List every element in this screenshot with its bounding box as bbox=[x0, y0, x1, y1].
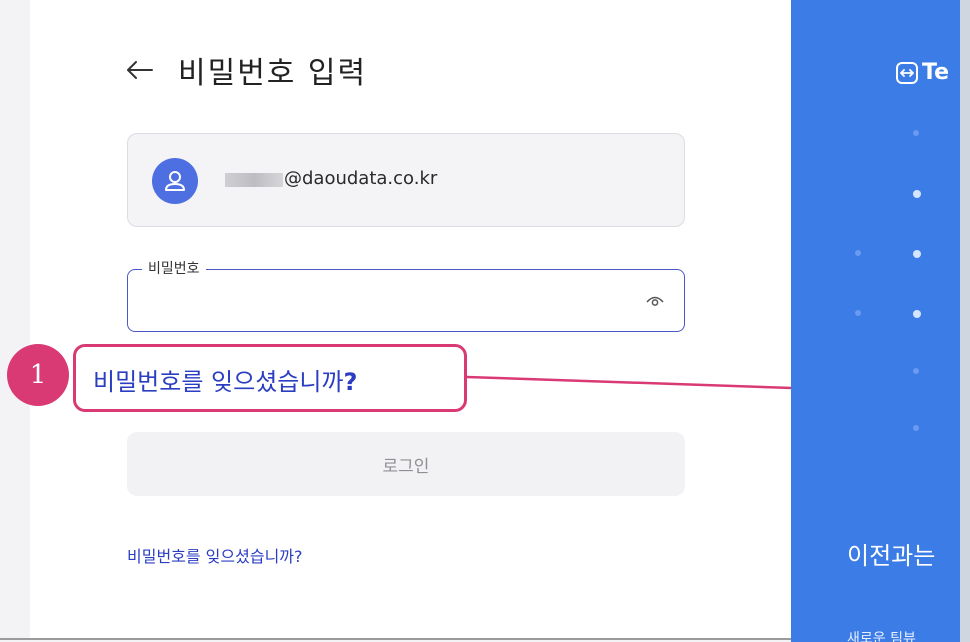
teamviewer-logo-icon bbox=[896, 61, 918, 84]
decor-dot bbox=[855, 310, 861, 316]
decor-dot bbox=[913, 310, 921, 318]
forgot-password-link-highlighted[interactable]: 비밀번호를 잊으셨습니까? bbox=[93, 362, 357, 397]
callout-number-badge: 1 bbox=[7, 344, 69, 406]
teamviewer-logo: Te bbox=[896, 60, 949, 85]
promo-headline: 이전과는 bbox=[847, 542, 936, 570]
decor-dot bbox=[913, 368, 919, 374]
decor-dot bbox=[913, 250, 921, 258]
forgot-password-question-mark: ? bbox=[343, 368, 358, 396]
forgot-password-link[interactable]: 비밀번호를 잊으셨습니까? bbox=[127, 543, 303, 567]
promo-subtext: 새로운 팀뷰 bbox=[847, 631, 916, 642]
promo-panel: Te 이전과는 새로운 팀뷰 bbox=[791, 0, 970, 642]
logo-text: Te bbox=[922, 60, 950, 85]
decor-dot bbox=[913, 425, 919, 431]
screen-edge bbox=[960, 0, 970, 642]
login-button[interactable]: 로그인 bbox=[127, 432, 685, 496]
decor-dot bbox=[855, 250, 861, 256]
decor-dot bbox=[913, 190, 921, 198]
forgot-password-text: 비밀번호를 잊으셨습니까 bbox=[93, 368, 344, 396]
decor-dot bbox=[913, 130, 919, 136]
